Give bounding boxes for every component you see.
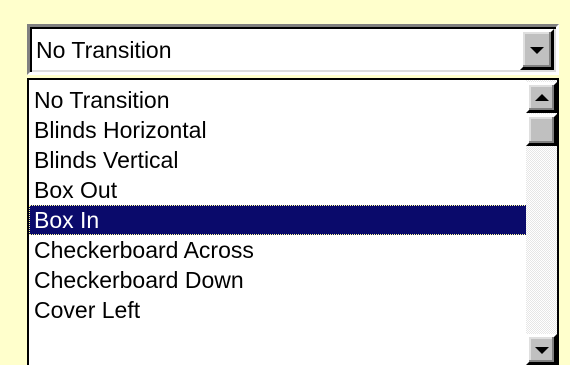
list-item-checkerboard-down[interactable]: Checkerboard Down — [29, 265, 529, 295]
scroll-up-button[interactable] — [526, 82, 557, 113]
arrow-down-icon — [534, 346, 549, 354]
list-item-no-transition[interactable]: No Transition — [29, 85, 529, 115]
list-item-box-out[interactable]: Box Out — [29, 175, 529, 205]
transition-dropdown-list[interactable]: No Transition Blinds Horizontal Blinds V… — [27, 78, 559, 365]
list-item-checkerboard-across[interactable]: Checkerboard Across — [29, 235, 529, 265]
transition-options: No Transition Blinds Horizontal Blinds V… — [29, 85, 529, 325]
list-item-box-in[interactable]: Box In — [29, 205, 529, 235]
arrow-up-icon — [534, 93, 549, 101]
vertical-scrollbar[interactable] — [526, 80, 557, 365]
chevron-down-icon — [530, 46, 544, 54]
transition-combo-box[interactable]: No Transition — [27, 24, 559, 75]
scrollbar-thumb[interactable] — [526, 114, 557, 146]
combo-selected-value: No Transition — [36, 37, 172, 63]
list-item-blinds-horizontal[interactable]: Blinds Horizontal — [29, 115, 529, 145]
list-item-blinds-vertical[interactable]: Blinds Vertical — [29, 145, 529, 175]
combo-dropdown-button[interactable] — [520, 29, 554, 70]
scroll-down-button[interactable] — [526, 334, 557, 365]
list-item-cover-left[interactable]: Cover Left — [29, 295, 529, 325]
